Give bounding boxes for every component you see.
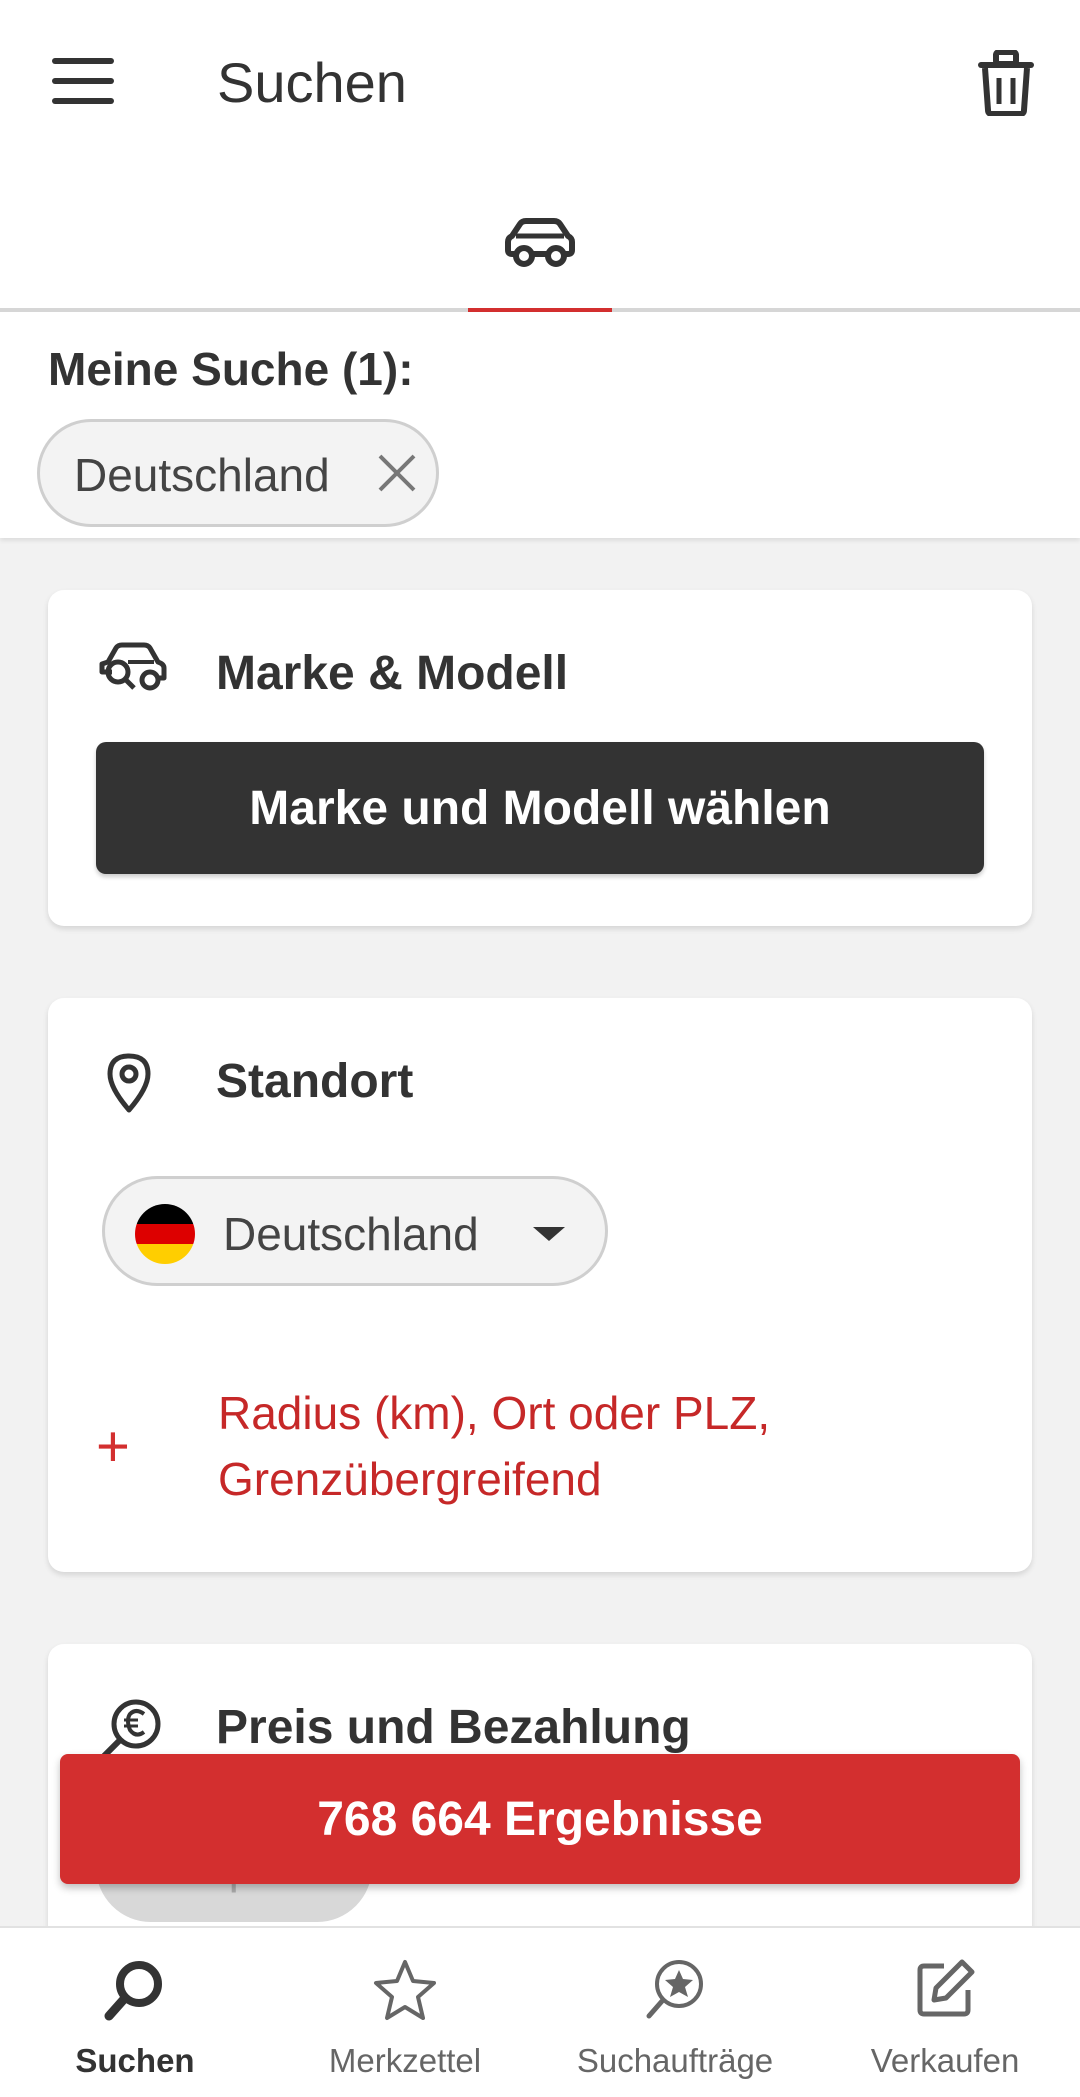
close-icon[interactable]: [376, 452, 418, 494]
euro-search-icon: [101, 1699, 161, 1759]
show-results-button[interactable]: 768 664 Ergebnisse: [60, 1754, 1020, 1884]
page-title: Suchen: [217, 51, 407, 114]
vehicle-type-tabs: [0, 170, 1080, 316]
nav-label-saved-searches: Suchaufträge: [576, 2042, 774, 2079]
search-icon: [104, 1961, 162, 2021]
app-bar: Suchen: [0, 0, 1080, 170]
nav-item-saved-searches[interactable]: Suchaufträge: [540, 1928, 810, 2097]
car-search-icon: [99, 642, 167, 691]
car-icon: [505, 218, 575, 267]
germany-flag-icon: [135, 1204, 195, 1264]
add-radius-label: Radius (km), Ort oder PLZ, Grenzübergrei…: [218, 1387, 771, 1505]
nav-label-search: Suchen: [75, 2042, 195, 2079]
saved-search-icon: [646, 1960, 703, 2019]
plus-icon: +: [96, 1414, 130, 1479]
chevron-down-icon: [533, 1227, 565, 1241]
choose-make-model-button[interactable]: Marke und Modell wählen: [96, 742, 984, 874]
make-model-card: Marke & Modell Marke und Modell wählen: [48, 590, 1032, 926]
filter-chip-country[interactable]: Deutschland: [37, 419, 439, 527]
nav-label-sell: Verkaufen: [870, 2042, 1020, 2079]
my-search-section: Meine Suche (1): Deutschland: [0, 312, 1080, 538]
hamburger-menu-icon[interactable]: [52, 58, 114, 108]
my-search-title: Meine Suche (1):: [48, 343, 414, 395]
location-title: Standort: [216, 1055, 414, 1108]
nav-item-sell[interactable]: Verkaufen: [810, 1928, 1080, 2097]
location-card: Standort Deutschland + Radius (km), Ort …: [48, 998, 1032, 1572]
nav-item-search[interactable]: Suchen: [0, 1928, 270, 2097]
nav-label-watchlist: Merkzettel: [328, 2042, 482, 2079]
tab-car[interactable]: [468, 170, 612, 316]
bottom-navigation: Suchen Merkzettel Suchaufträge Verkaufen: [0, 1926, 1080, 2097]
location-pin-icon: [107, 1053, 151, 1113]
star-icon: [374, 1960, 436, 2020]
country-select-value: Deutschland: [223, 1208, 479, 1260]
edit-icon: [917, 1959, 975, 2017]
country-select[interactable]: Deutschland: [102, 1176, 608, 1286]
nav-item-watchlist[interactable]: Merkzettel: [270, 1928, 540, 2097]
price-title: Preis und Bezahlung: [216, 1701, 691, 1754]
filter-chip-label: Deutschland: [74, 449, 330, 501]
make-model-title: Marke & Modell: [216, 647, 569, 700]
trash-icon[interactable]: [976, 49, 1040, 120]
